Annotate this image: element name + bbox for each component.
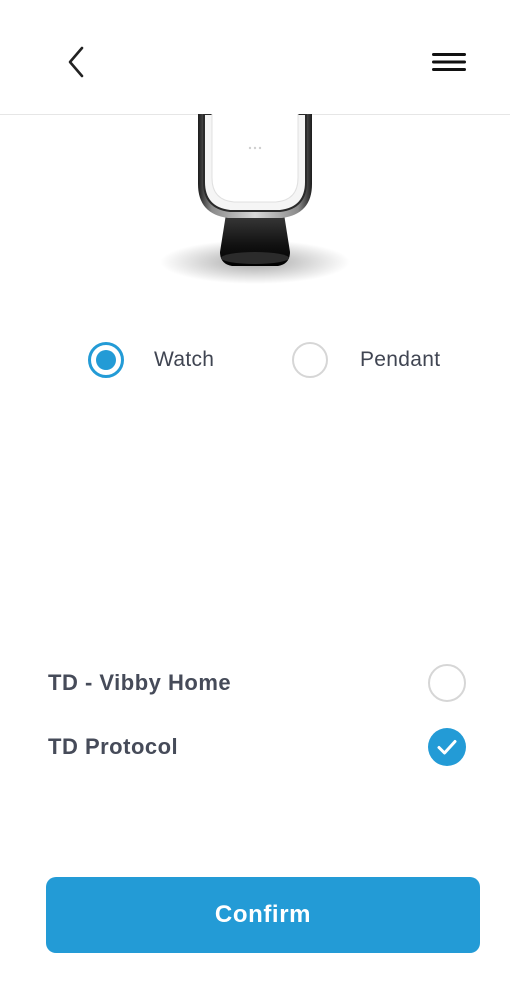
radio-label-pendant: Pendant [360, 348, 441, 371]
back-button[interactable] [58, 42, 98, 82]
radio-option-watch[interactable]: Watch [88, 330, 214, 390]
radio-option-pendant[interactable]: Pendant [292, 330, 440, 390]
chevron-left-icon [68, 46, 84, 78]
radio-unselected-icon [292, 342, 328, 378]
protocol-label: TD Protocol [48, 734, 179, 759]
watch-device-image [150, 113, 360, 290]
device-type-selector: Watch Pendant [0, 330, 510, 390]
menu-button[interactable] [428, 44, 472, 80]
checkmark-icon [437, 740, 457, 755]
unchecked-circle-icon[interactable] [428, 664, 466, 702]
device-setup-screen: Watch Pendant TD - Vibby Home TD Protoco… [0, 0, 510, 987]
hamburger-menu-icon [432, 53, 466, 71]
top-bar [0, 0, 510, 115]
radio-selected-icon [88, 342, 124, 378]
radio-label-watch: Watch [154, 348, 215, 371]
checked-circle-icon[interactable] [428, 728, 466, 766]
confirm-button[interactable]: Confirm [46, 877, 480, 953]
protocol-label: TD - Vibby Home [48, 670, 232, 695]
protocol-item-vibby-home[interactable]: TD - Vibby Home [48, 662, 474, 706]
protocol-item-td-protocol[interactable]: TD Protocol [48, 726, 474, 770]
